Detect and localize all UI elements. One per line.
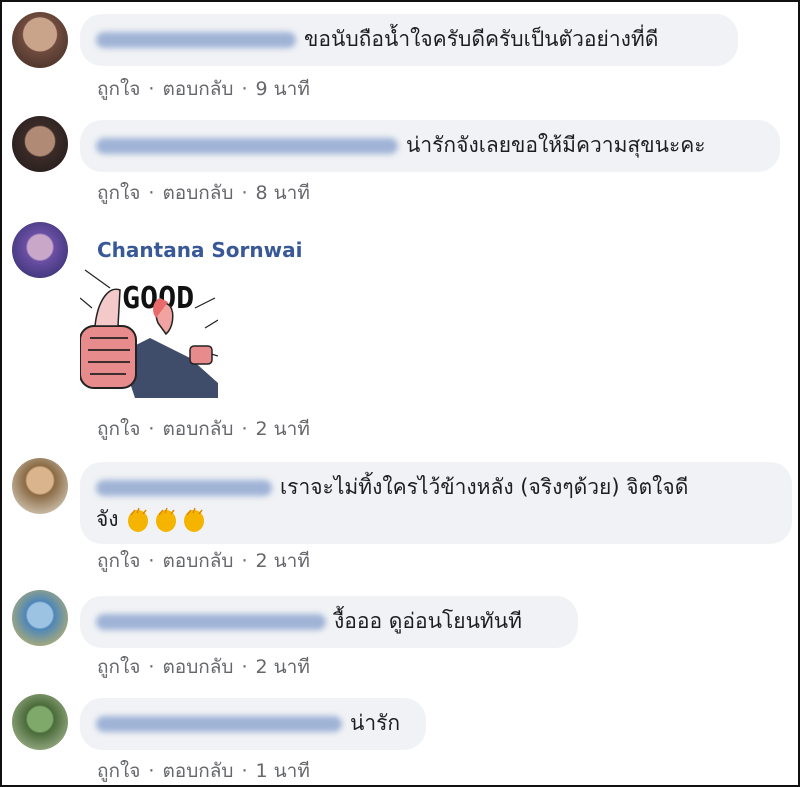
- timestamp[interactable]: 9 นาที: [256, 78, 310, 100]
- commenter-name-blurred[interactable]: [96, 716, 342, 732]
- avatar[interactable]: [12, 458, 68, 514]
- separator: ·: [241, 182, 248, 204]
- reply-link[interactable]: ตอบกลับ: [162, 760, 233, 782]
- comment-text: ขอนับถือน้ำใจครับดีครับเป็นตัวอย่างที่ดี: [304, 27, 659, 51]
- comment-text-line-2: จัง: [96, 507, 119, 531]
- comment-bubble: เราจะไม่ทิ้งใครไว้ข้างหลัง (จริงๆด้วย) จ…: [80, 462, 792, 544]
- like-link[interactable]: ถูกใจ: [97, 418, 140, 440]
- like-link[interactable]: ถูกใจ: [97, 760, 140, 782]
- reply-link[interactable]: ตอบกลับ: [162, 656, 233, 678]
- separator: ·: [148, 656, 155, 678]
- like-link[interactable]: ถูกใจ: [97, 182, 140, 204]
- avatar[interactable]: [12, 222, 68, 278]
- comment-bubble: น่ารัก: [80, 698, 426, 750]
- commenter-name[interactable]: Chantana Sornwai: [97, 238, 302, 262]
- separator: ·: [148, 182, 155, 204]
- commenter-name-blurred[interactable]: [96, 32, 296, 48]
- separator: ·: [241, 550, 248, 572]
- separator: ·: [241, 656, 248, 678]
- separator: ·: [148, 760, 155, 782]
- timestamp[interactable]: 8 นาที: [256, 182, 310, 204]
- avatar[interactable]: [12, 590, 68, 646]
- comment-text: น่ารักจังเลยขอให้มีความสุขนะคะ: [406, 133, 706, 157]
- commenter-name-blurred[interactable]: [96, 614, 326, 630]
- like-link[interactable]: ถูกใจ: [97, 78, 140, 100]
- comment-bubble: ขอนับถือน้ำใจครับดีครับเป็นตัวอย่างที่ดี: [80, 14, 738, 66]
- timestamp[interactable]: 1 นาที: [256, 760, 310, 782]
- separator: ·: [148, 418, 155, 440]
- separator: ·: [241, 78, 248, 100]
- clapping-hands-emoji: [156, 507, 177, 532]
- comment-text: งื้อออ ดูอ่อนโยนทันที: [334, 609, 522, 633]
- separator: ·: [241, 418, 248, 440]
- good-sticker[interactable]: GOOD: [80, 268, 218, 398]
- comment-actions: ถูกใจ · ตอบกลับ · 2 นาที: [97, 414, 310, 444]
- comment-bubble: น่ารักจังเลยขอให้มีความสุขนะคะ: [80, 120, 780, 172]
- timestamp[interactable]: 2 นาที: [256, 656, 310, 678]
- reply-link[interactable]: ตอบกลับ: [162, 182, 233, 204]
- comment-actions: ถูกใจ · ตอบกลับ · 1 นาที: [97, 756, 310, 786]
- comment-actions: ถูกใจ · ตอบกลับ · 9 นาที: [97, 74, 310, 104]
- comment-text: น่ารัก: [350, 711, 401, 735]
- comment-text-line-1: เราจะไม่ทิ้งใครไว้ข้างหลัง (จริงๆด้วย) จ…: [280, 475, 689, 499]
- reply-link[interactable]: ตอบกลับ: [162, 78, 233, 100]
- clapping-hands-emoji: [128, 507, 149, 532]
- commenter-name-blurred[interactable]: [96, 138, 398, 154]
- comment-actions: ถูกใจ · ตอบกลับ · 8 นาที: [97, 178, 310, 208]
- reply-link[interactable]: ตอบกลับ: [162, 550, 233, 572]
- comment-bubble: งื้อออ ดูอ่อนโยนทันที: [80, 596, 578, 648]
- avatar[interactable]: [12, 694, 68, 750]
- avatar[interactable]: [12, 12, 68, 68]
- like-link[interactable]: ถูกใจ: [97, 656, 140, 678]
- separator: ·: [148, 78, 155, 100]
- comment-actions: ถูกใจ · ตอบกลับ · 2 นาที: [97, 546, 310, 576]
- comment-actions: ถูกใจ · ตอบกลับ · 2 นาที: [97, 652, 310, 682]
- reply-link[interactable]: ตอบกลับ: [162, 418, 233, 440]
- commenter-name-blurred[interactable]: [96, 480, 272, 496]
- separator: ·: [241, 760, 248, 782]
- separator: ·: [148, 550, 155, 572]
- timestamp[interactable]: 2 นาที: [256, 550, 310, 572]
- avatar[interactable]: [12, 116, 68, 172]
- clapping-hands-emoji: [184, 507, 205, 532]
- timestamp[interactable]: 2 นาที: [256, 418, 310, 440]
- like-link[interactable]: ถูกใจ: [97, 550, 140, 572]
